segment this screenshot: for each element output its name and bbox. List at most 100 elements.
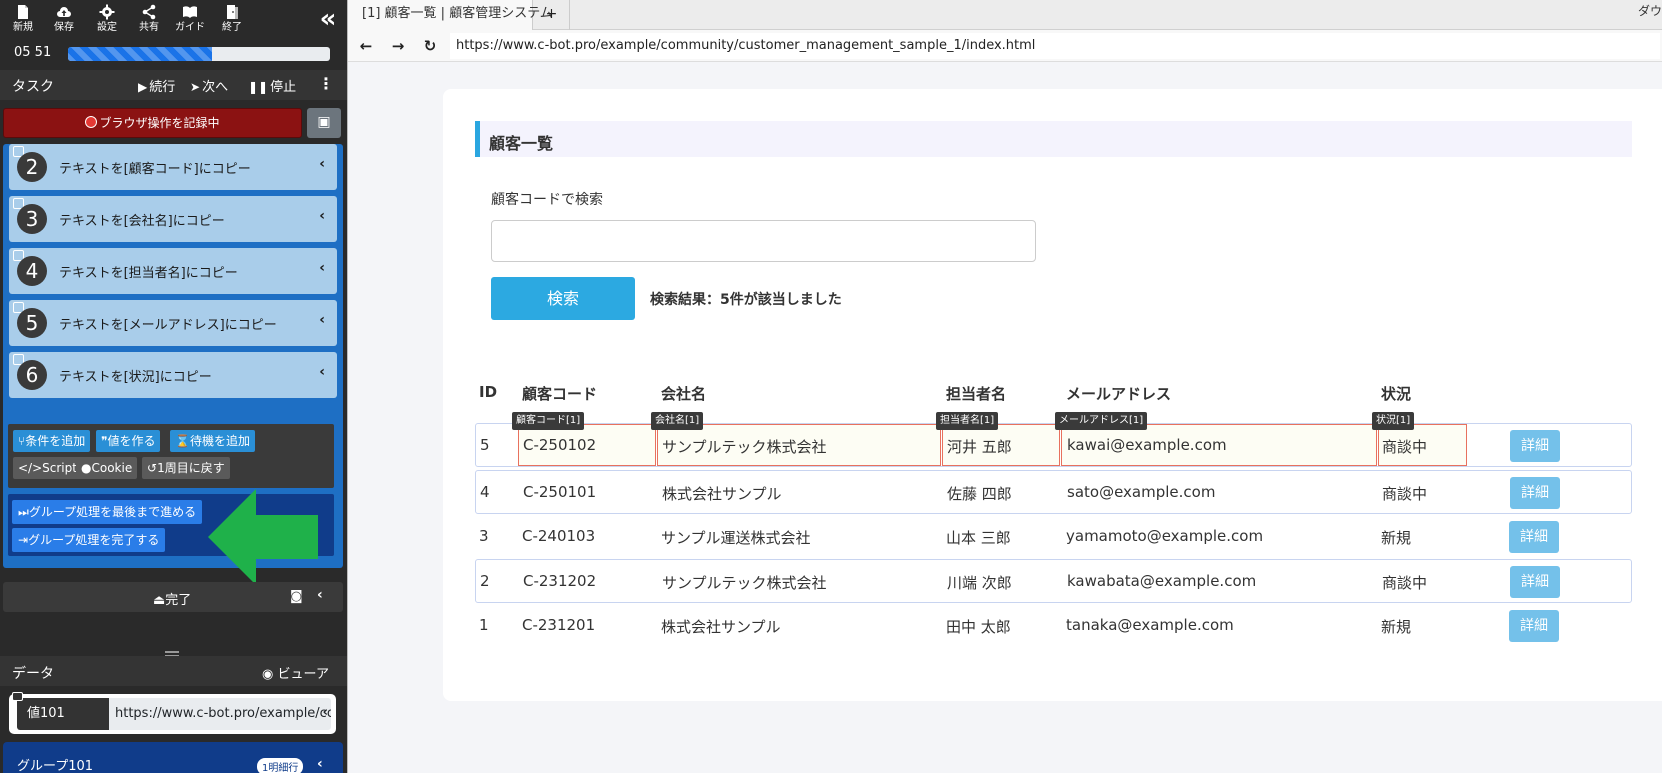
task-header: タスク ▶ 続行 ➤ 次へ ❚❚ 停止 ⋮ [0,70,347,100]
cell-email: kawabata@example.com [1067,572,1257,590]
chevron-left-icon[interactable]: ‹ [319,156,325,172]
browser-tab[interactable]: [1] 顧客一覧 | 顧客管理システム [348,0,553,30]
save-button[interactable]: 保存 [44,2,84,40]
cookie-icon: ● [81,461,92,475]
search-button[interactable]: 検索 [491,277,635,320]
group-badge: 1明細行 [257,758,304,773]
cell-status: 新規 [1381,618,1412,636]
step-number: 3 [17,204,47,234]
guide-button[interactable]: ガイド [170,2,210,40]
settings-label: 設定 [97,22,117,33]
record-dot-icon [85,116,98,128]
search-input[interactable] [491,220,1036,262]
chevron-left-icon[interactable]: ‹ [319,260,325,276]
settings-button[interactable]: 設定 [87,2,127,40]
browser-nav-bar: ← → ↻ https://www.c-bot.pro/example/comm… [348,30,1662,62]
chevron-left-icon[interactable]: ‹ [319,364,325,380]
advance-group-button[interactable]: ⏭グループ処理を最後まで進める [12,500,203,524]
finish-label: ⏏完了 [153,593,192,608]
add-wait-button[interactable]: ⌛待機を追加 [170,430,255,452]
double-chevron-left-icon: « [319,4,337,34]
table-row: 4 C-250101 株式会社サンプル 佐藤 四郎 sato@example.c… [475,470,1632,514]
detail-button[interactable]: 詳細 [1509,610,1559,642]
make-value-button[interactable]: ❞値を作る [96,430,161,452]
detail-button[interactable]: 詳細 [1510,477,1560,509]
value-item[interactable]: 値101 https://www.c-bot.pro/example/commu… [9,692,336,734]
cell-status: 新規 [1381,529,1412,547]
next-button[interactable]: ➤ 次へ [190,76,228,95]
chevron-left-icon[interactable]: ‹ [319,208,325,224]
back-to-first-button[interactable]: ↺1周目に戻す [142,457,230,479]
play-step-icon: ▶ [138,80,148,94]
green-arrow-annotation [208,489,318,585]
viewer-button[interactable]: ◉ ビューア [262,663,329,682]
highlight-tag-email: メールアドレス[1] [1055,412,1148,430]
chevron-left-icon[interactable]: ‹ [317,587,323,603]
add-condition-button[interactable]: ⑂条件を追加 [13,430,91,452]
code-icon: </> [18,461,43,475]
make-value-label: 値を作る [107,434,156,448]
step-item[interactable]: 2 テキストを[顧客コード]にコピー ‹ [9,144,337,190]
reload-icon[interactable]: ↻ [414,30,446,62]
cell-status: 商談中 [1382,485,1428,503]
detail-button[interactable]: 詳細 [1510,430,1560,462]
cookie-button[interactable]: ●Cookie [76,457,138,479]
complete-group-button[interactable]: ⇥グループ処理を完了する [12,528,166,552]
cell-id: 4 [480,483,490,501]
header-person: 担当者名 [946,385,1007,403]
cell-status: 商談中 [1382,574,1428,592]
complete-group-label: グループ処理を完了する [28,533,160,547]
continue-label: 続行 [149,80,176,95]
script-button[interactable]: </>Script [13,457,82,479]
group-item[interactable]: グループ101 1明細行 ‹ [3,742,343,773]
tab-bar-right-text[interactable]: ダウ [1638,2,1662,19]
stop-button[interactable]: ❚❚ 停止 [248,76,296,95]
table-row: 1 C-231201 株式会社サンプル 田中 太郎 tanaka@example… [475,604,1632,648]
cell-company: 株式会社サンプル [661,618,781,636]
door-exit-icon [227,5,238,19]
search-label: 顧客コードで検索 [491,192,603,208]
cell-email: kawai@example.com [1067,436,1227,454]
new-button[interactable]: 新規 [3,2,43,40]
more-menu-icon[interactable]: ⋮ [318,74,334,93]
cell-company: サンプルテック株式会社 [662,438,827,456]
chevron-left-icon[interactable]: ‹ [323,705,328,720]
forward-arrow-icon[interactable]: → [382,30,414,62]
collapse-panel-button[interactable]: « [310,6,340,34]
image-icon: ▣ [317,114,331,130]
viewer-label: ビューア [277,667,329,682]
file-icon [18,5,28,19]
detail-button[interactable]: 詳細 [1510,566,1560,598]
hourglass-icon: ⌛ [175,434,190,448]
highlight-tag-company: 会社名[1] [651,412,704,430]
address-bar[interactable]: https://www.c-bot.pro/example/community/… [450,33,1660,59]
exit-button[interactable]: 終了 [212,2,252,40]
cell-person: 山本 三郎 [946,529,1011,547]
table-row: 5 C-250102 サンプルテック株式会社 河井 五郎 kawai@examp… [475,412,1632,467]
step-item[interactable]: 5 テキストを[メールアドレス]にコピー ‹ [9,300,337,346]
screenshot-image-button[interactable]: ▣ [307,108,341,138]
share-button[interactable]: 共有 [129,2,169,40]
step-item[interactable]: 4 テキストを[担当者名]にコピー ‹ [9,248,337,294]
step-text: テキストを[顧客コード]にコピー [59,162,251,177]
finish-bar[interactable]: ⏏完了 ◙ ‹ [3,582,343,612]
detail-button[interactable]: 詳細 [1509,521,1559,553]
new-tab-button[interactable]: + [534,0,570,30]
back-arrow-icon[interactable]: ← [350,30,382,62]
step-item[interactable]: 3 テキストを[会社名]にコピー ‹ [9,196,337,242]
exit-label: 終了 [222,22,242,33]
chevron-left-icon[interactable]: ‹ [317,756,323,772]
cell-person: 田中 太郎 [946,618,1011,636]
value-field[interactable]: https://www.c-bot.pro/example/community/… [109,698,331,730]
advance-group-label: グループ処理を最後まで進める [28,505,197,519]
step-item[interactable]: 6 テキストを[状況]にコピー ‹ [9,352,337,398]
progress-fill [68,47,213,61]
recording-indicator[interactable]: ブラウザ操作を記録中 [3,108,302,138]
chevron-left-icon[interactable]: ‹ [319,312,325,328]
value-name: 値101 [17,698,109,730]
camera-icon[interactable]: ◙ [290,589,303,604]
book-icon [183,6,197,19]
add-condition-label: 条件を追加 [25,434,86,448]
continue-button[interactable]: ▶ 続行 [138,76,175,95]
table-header: ID 顧客コード 会社名 担当者名 メールアドレス 状況 [475,383,1632,409]
